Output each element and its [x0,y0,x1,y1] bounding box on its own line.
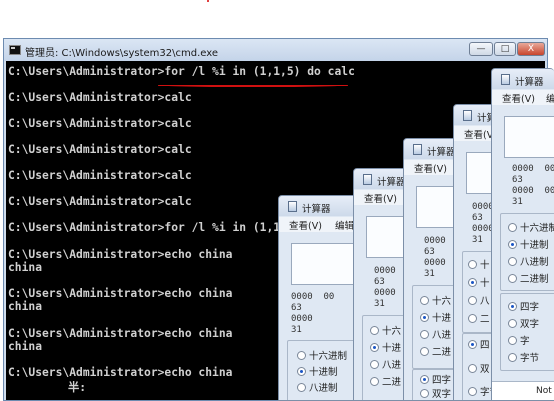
radio-word[interactable]: 字 [508,333,530,349]
calculator-icon [288,201,297,212]
bit-readout: 0000 [424,236,446,246]
radio-oct[interactable]: 八进制 [297,380,338,396]
console-line: C:\Users\Administrator>calc [8,91,192,104]
console-line: C:\Users\Administrator>calc [8,117,192,130]
console-line: china [8,261,43,274]
radio-hex[interactable]: 十六进制 [297,348,347,364]
calculator-menubar: 查看(V) 编 [492,90,554,105]
bit-readout: 63 [472,213,483,223]
menu-edit[interactable]: 编辑 [335,218,354,232]
bit-readout: 63 [291,303,302,313]
radio-bin[interactable]: 二进 [420,344,451,360]
bit-readout: 63 [512,175,523,185]
bit-readout: 0000 [374,288,396,298]
menu-view[interactable]: 查看(V) [414,161,447,175]
radio-bin[interactable]: 二进 [370,374,401,390]
menu-view[interactable]: 查看(V) [502,91,535,105]
radio-dec[interactable]: 十进制 [508,237,549,253]
console-line: C:\Users\Administrator>calc [8,195,192,208]
radio-hex[interactable]: 十六 [420,293,451,309]
menu-view[interactable]: 查看(V) [289,218,322,232]
bit-readout: 31 [472,235,483,245]
bit-readout: 0000 [291,314,313,324]
bit-readout: 63 [424,247,435,257]
radio-bin[interactable]: 二进制 [508,271,549,287]
radio-hex[interactable]: 十六 [370,323,401,339]
status-text: Not [536,386,552,396]
cmd-app-icon [9,45,21,55]
radio-byte[interactable]: 字节 [508,350,539,366]
calculator-icon [413,144,422,155]
console-line: C:\Users\Administrator>calc [8,143,192,156]
radio-dec[interactable]: 十进 [420,310,451,326]
radio-dword[interactable]: 双字 [508,316,539,332]
cmd-window-title: 管理员: C:\Windows\system32\cmd.exe [25,48,219,59]
radio-hex[interactable]: 十六进制 [508,220,554,236]
radio-bin[interactable]: 二 [468,311,490,327]
close-button[interactable]: X [517,42,545,56]
bit-readout: 31 [512,197,523,207]
cmd-titlebar[interactable]: 管理员: C:\Windows\system32\cmd.exe — □ X [4,39,547,61]
radio-oct[interactable]: 八进 [370,357,401,373]
console-line: C:\Users\Administrator>for /l %i in (1,1… [8,65,355,78]
radio-dword[interactable]: 双 [468,361,490,377]
console-line: C:\Users\Administrator>calc [8,169,192,182]
calculator-icon [363,174,372,185]
console-line: C:\Users\Administrator>echo china [8,366,233,379]
bit-readout: 0000 [374,266,396,276]
radio-dword[interactable]: 双字 [420,386,451,400]
calculator-icon [463,110,472,121]
bit-readout: 0000 [424,258,446,268]
calculator-title: 计算器 [302,204,331,215]
radio-oct[interactable]: 八进制 [508,254,549,270]
console-line: C:\Users\Administrator>for /l %i in (1,1… [8,221,294,234]
calculator-display [504,116,554,158]
bit-readout: 0000 00 [291,292,335,302]
radio-dec[interactable]: 十 [468,275,490,291]
bit-readout: 63 [374,277,385,287]
radio-oct[interactable]: 八进 [420,327,451,343]
bit-readout: 0000 00 [512,186,554,196]
bit-readout: 31 [424,269,435,279]
menu-view[interactable]: 查看(V) [364,191,397,205]
calculator-title: 计算器 [515,77,544,88]
calculator-titlebar[interactable]: 计算器 [492,69,554,89]
stray-pixel [207,0,209,2]
bit-readout: 31 [291,325,302,335]
bit-readout: 0000 00 [512,164,554,174]
radio-oct[interactable]: 八 [468,293,490,309]
console-line: china [8,300,43,313]
console-line: C:\Users\Administrator>echo china [8,248,233,261]
red-underline-annotation [158,85,348,87]
radio-dec[interactable]: 十进 [370,340,401,356]
ime-composition-line: 半: [68,381,87,394]
maximize-button[interactable]: □ [494,42,516,56]
calculator-icon [501,74,510,85]
bit-readout: 31 [374,299,385,309]
menu-edit[interactable]: 编 [546,91,554,105]
radio-qword[interactable]: 四字 [508,299,539,315]
calculator-title: 计算器 [377,177,406,188]
console-line: C:\Users\Administrator>echo china [8,327,233,340]
console-line: china [8,340,43,353]
status-strip: Not [492,381,554,400]
radio-dec[interactable]: 十进制 [297,364,338,380]
minimize-button[interactable]: — [469,42,493,56]
calculator-title: 计算器 [427,147,456,158]
radio-hex[interactable]: 十 [468,257,490,273]
calculator-window-5[interactable]: 计算器 查看(V) 编 0000 00 63 0000 00 31 十六进制 十… [491,68,554,401]
radio-qword[interactable]: 四 [468,337,490,353]
console-line: C:\Users\Administrator>echo china [8,287,233,300]
